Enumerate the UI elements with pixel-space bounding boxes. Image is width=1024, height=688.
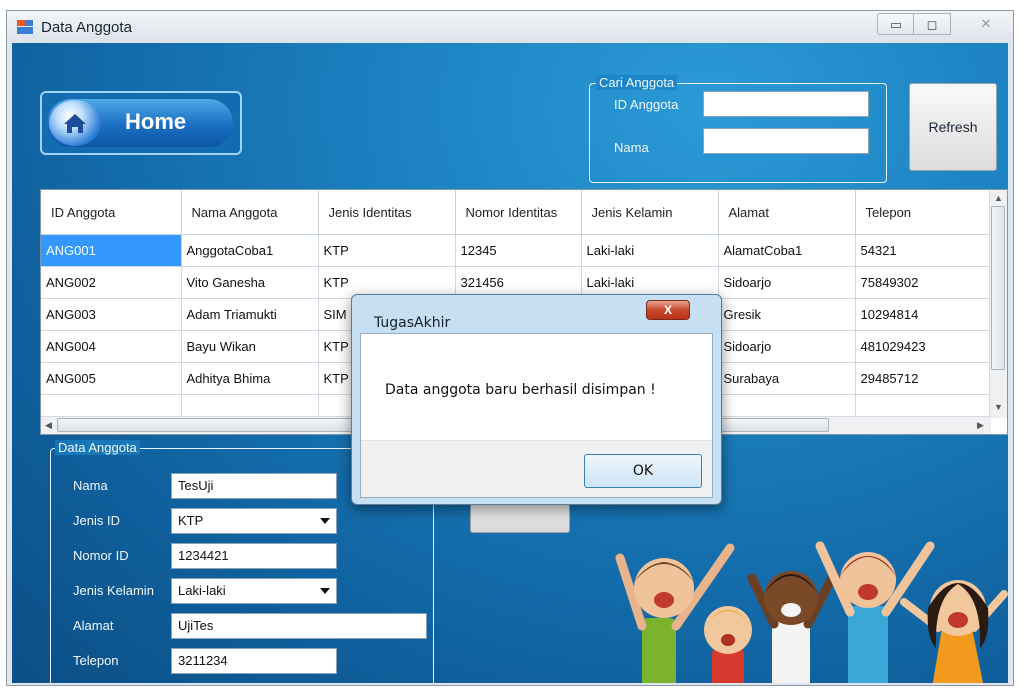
search-id-label: ID Anggota	[614, 97, 679, 112]
nomor-id-field[interactable]: 1234421	[171, 543, 337, 569]
table-cell[interactable]: ANG003	[41, 298, 182, 331]
chevron-down-icon[interactable]	[320, 518, 330, 524]
close-window-button[interactable]: ✕	[965, 13, 1007, 35]
col-header-jenis-kelamin[interactable]: Jenis Kelamin	[581, 190, 719, 235]
home-button-face: Home	[47, 99, 233, 147]
table-cell[interactable]: Surabaya	[718, 362, 856, 395]
refresh-button[interactable]: Refresh	[909, 83, 997, 171]
window-title: Data Anggota	[41, 19, 132, 36]
col-header-id[interactable]: ID Anggota	[41, 190, 182, 235]
nomor-id-label: Nomor ID	[73, 548, 129, 563]
search-group: Cari Anggota ID Anggota Nama	[589, 75, 887, 183]
table-cell[interactable]: AnggotaCoba1	[181, 234, 319, 267]
minimize-button[interactable]: ▭	[877, 13, 915, 35]
jenis-kelamin-select[interactable]: Laki-laki	[171, 578, 337, 604]
col-header-nama[interactable]: Nama Anggota	[181, 190, 319, 235]
alamat-field[interactable]: UjiTes	[171, 613, 427, 639]
col-header-jenis-identitas[interactable]: Jenis Identitas	[318, 190, 456, 235]
table-cell[interactable]: ANG005	[41, 362, 182, 395]
vertical-scrollbar[interactable]: ▲ ▼	[989, 190, 1007, 418]
dialog-title: TugasAkhir	[374, 315, 451, 331]
home-button[interactable]: Home	[40, 91, 242, 155]
table-cell[interactable]: KTP	[318, 234, 456, 267]
nama-label: Nama	[73, 478, 108, 493]
nama-field[interactable]: TesUji	[171, 473, 337, 499]
table-cell[interactable]: Sidoarjo	[718, 330, 856, 363]
dialog-close-button[interactable]: X	[646, 300, 690, 320]
table-cell[interactable]: Adam Triamukti	[181, 298, 319, 331]
jenis-id-select[interactable]: KTP	[171, 508, 337, 534]
table-cell[interactable]: 54321	[855, 234, 990, 267]
search-name-label: Nama	[614, 140, 649, 155]
home-label: Home	[125, 109, 187, 134]
table-cell[interactable]: 75849302	[855, 266, 990, 299]
dialog-body: Data anggota baru berhasil disimpan ! OK	[360, 333, 713, 498]
scroll-down-icon[interactable]: ▼	[994, 402, 1003, 412]
kids-illustration	[612, 498, 1008, 683]
table-cell[interactable]: 29485712	[855, 362, 990, 395]
alamat-label: Alamat	[73, 618, 114, 633]
telepon-field[interactable]: 3211234	[171, 648, 337, 674]
table-cell[interactable]: ANG001	[41, 234, 182, 267]
table-header-row: ID Anggota Nama Anggota Jenis Identitas …	[41, 190, 990, 235]
app-icon	[17, 20, 33, 34]
home-icon	[49, 100, 101, 146]
search-name-input[interactable]	[703, 128, 869, 154]
jenis-id-value: KTP	[178, 513, 204, 528]
col-header-nomor-identitas[interactable]: Nomor Identitas	[455, 190, 582, 235]
table-cell[interactable]: Bayu Wikan	[181, 330, 319, 363]
message-dialog: TugasAkhir X Data anggota baru berhasil …	[351, 294, 722, 505]
search-group-title: Cari Anggota	[596, 75, 678, 90]
table-cell[interactable]: Adhitya Bhima	[181, 362, 319, 395]
col-header-telepon[interactable]: Telepon	[855, 190, 990, 235]
table-cell[interactable]: Gresik	[718, 298, 856, 331]
table-cell[interactable]: ANG002	[41, 266, 182, 299]
table-cell[interactable]: 12345	[455, 234, 582, 267]
scroll-up-icon[interactable]: ▲	[994, 193, 1003, 203]
data-group-title: Data Anggota	[55, 440, 140, 455]
chevron-down-icon[interactable]	[320, 588, 330, 594]
table-cell[interactable]: Vito Ganesha	[181, 266, 319, 299]
table-cell[interactable]: ANG004	[41, 330, 182, 363]
telepon-label: Telepon	[73, 653, 119, 668]
table-cell[interactable]: Sidoarjo	[718, 266, 856, 299]
jenis-kelamin-label: Jenis Kelamin	[73, 583, 154, 598]
dialog-message: Data anggota baru berhasil disimpan !	[385, 382, 656, 398]
scroll-left-icon[interactable]: ◀	[45, 420, 52, 431]
data-anggota-window: Data Anggota ▭ ◻ ✕ Home Cari Anggota ID …	[6, 10, 1014, 686]
jenis-id-label: Jenis ID	[73, 513, 120, 528]
table-cell[interactable]: Laki-laki	[581, 234, 719, 267]
table-cell[interactable]: 10294814	[855, 298, 990, 331]
table-cell[interactable]: AlamatCoba1	[718, 234, 856, 267]
table-row[interactable]: ANG001 AnggotaCoba1 KTP 12345 Laki-laki …	[41, 234, 990, 267]
col-header-alamat[interactable]: Alamat	[718, 190, 856, 235]
vertical-scroll-thumb[interactable]	[991, 206, 1005, 370]
search-id-input[interactable]	[703, 91, 869, 117]
ok-button[interactable]: OK	[584, 454, 702, 488]
table-cell[interactable]: 481029423	[855, 330, 990, 363]
jenis-kelamin-value: Laki-laki	[178, 583, 226, 598]
title-bar: Data Anggota ▭ ◻ ✕	[7, 11, 1013, 43]
maximize-button[interactable]: ◻	[913, 13, 951, 35]
scroll-right-icon[interactable]: ▶	[977, 420, 984, 431]
